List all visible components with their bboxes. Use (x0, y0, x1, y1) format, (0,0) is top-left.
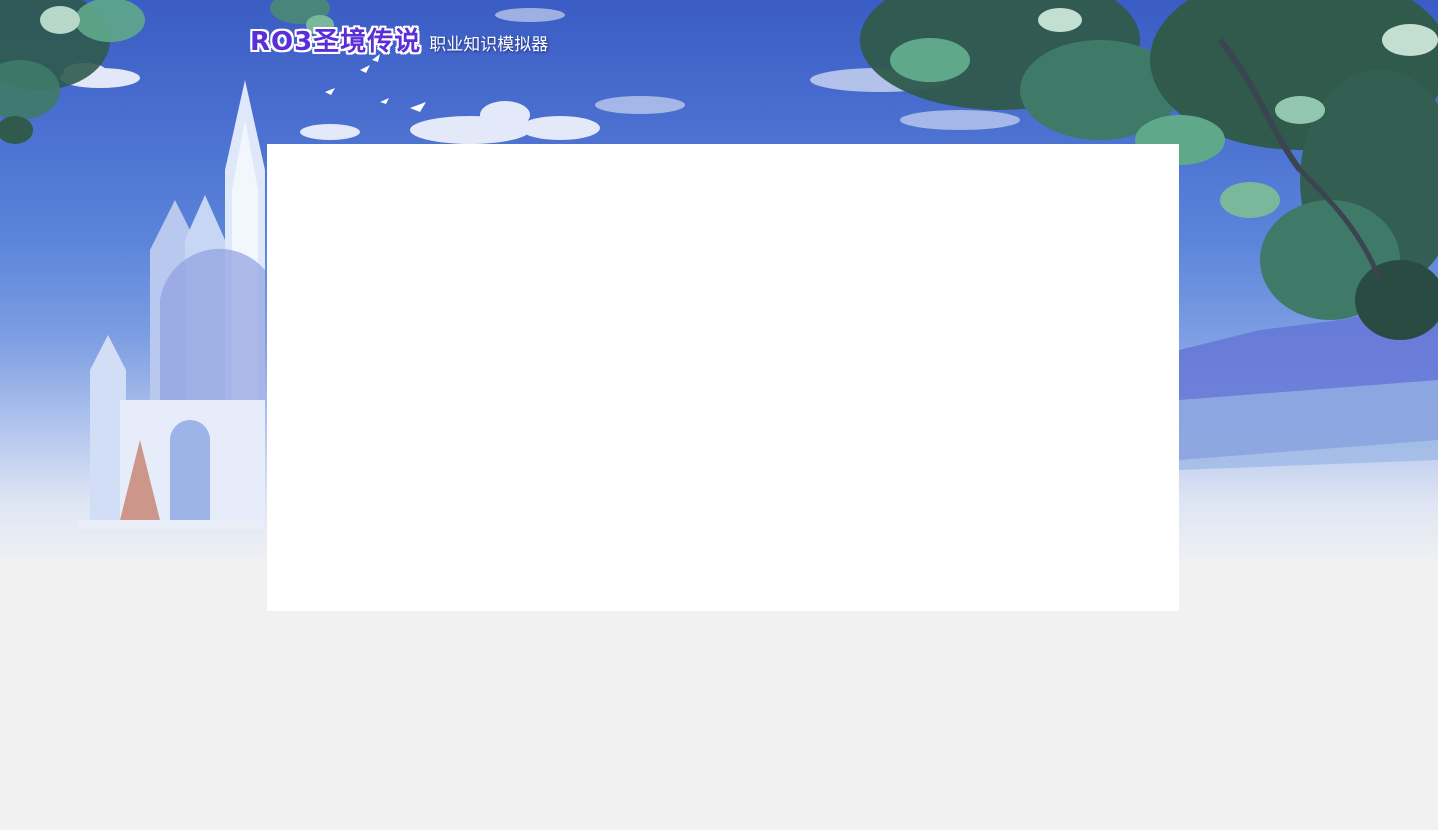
page-subtitle: 职业知识模拟器 (429, 35, 549, 55)
site-logo[interactable]: RO3圣境传说 职业知识模拟器 (250, 26, 548, 58)
birds (325, 54, 426, 112)
logo-wordmark: RO3圣境传说 (250, 27, 422, 57)
content-panel (267, 144, 1179, 611)
castle (78, 80, 265, 530)
